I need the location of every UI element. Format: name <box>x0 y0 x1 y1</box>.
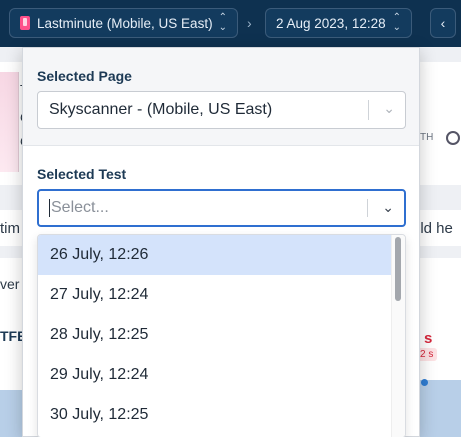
card-text-fragment: TH <box>420 132 434 143</box>
chart-area-fragment <box>0 390 24 437</box>
breadcrumb-separator: › <box>247 15 252 31</box>
chevron-left-icon: ‹ <box>440 15 446 31</box>
chart-area-fragment <box>420 380 461 437</box>
scrollbar-thumb[interactable] <box>395 237 401 301</box>
updown-icon: ⌃ ⌄ <box>392 12 401 33</box>
top-header: Lastminute (Mobile, US East) ⌃ ⌄ › 2 Aug … <box>0 0 461 47</box>
clock-icon <box>446 131 460 145</box>
previous-button[interactable]: ‹ <box>430 8 456 38</box>
test-option[interactable]: 29 July, 12:24 <box>38 355 391 395</box>
notice-text-fragment: tim <box>0 220 20 237</box>
test-options-list: 26 July, 12:26 27 July, 12:24 28 July, 1… <box>37 234 406 437</box>
select-divider <box>367 199 368 217</box>
options-scrollbar[interactable] <box>391 235 405 437</box>
page-select[interactable]: Skyscanner - (Mobile, US East) ⌄ <box>37 91 406 129</box>
test-option[interactable]: 30 July, 12:25 <box>38 395 391 435</box>
test-select-placeholder: Select... <box>51 199 109 216</box>
selection-panel: Selected Page Skyscanner - (Mobile, US E… <box>22 47 420 437</box>
selected-test-label: Selected Test <box>37 166 127 182</box>
test-option[interactable]: 28 July, 12:25 <box>38 315 391 355</box>
page-thumbnail <box>0 72 19 172</box>
date-selector[interactable]: 2 Aug 2023, 12:28 ⌃ ⌄ <box>265 8 412 38</box>
page-select-value: Skyscanner - (Mobile, US East) <box>49 101 273 118</box>
select-divider <box>368 100 369 120</box>
metrics-text-fragment: ver <box>0 276 20 292</box>
updown-icon: ⌃ ⌄ <box>218 12 227 33</box>
test-option[interactable]: 27 July, 12:24 <box>38 275 391 315</box>
text-cursor <box>49 199 50 217</box>
chevron-down-icon[interactable]: ⌄ <box>382 200 394 214</box>
selected-page-label: Selected Page <box>37 68 132 84</box>
page-selector-label: Lastminute (Mobile, US East) <box>37 15 213 31</box>
test-option[interactable]: 26 July, 12:26 <box>38 235 391 275</box>
page-selector[interactable]: Lastminute (Mobile, US East) ⌃ ⌄ <box>9 8 238 38</box>
chart-point <box>421 379 428 386</box>
test-select[interactable]: Select... ⌄ <box>37 189 406 227</box>
mobile-icon <box>20 16 30 30</box>
date-selector-label: 2 Aug 2023, 12:28 <box>276 15 386 31</box>
chevron-down-icon[interactable]: ⌄ <box>383 101 395 115</box>
metric-value-fragment: s <box>424 330 433 347</box>
